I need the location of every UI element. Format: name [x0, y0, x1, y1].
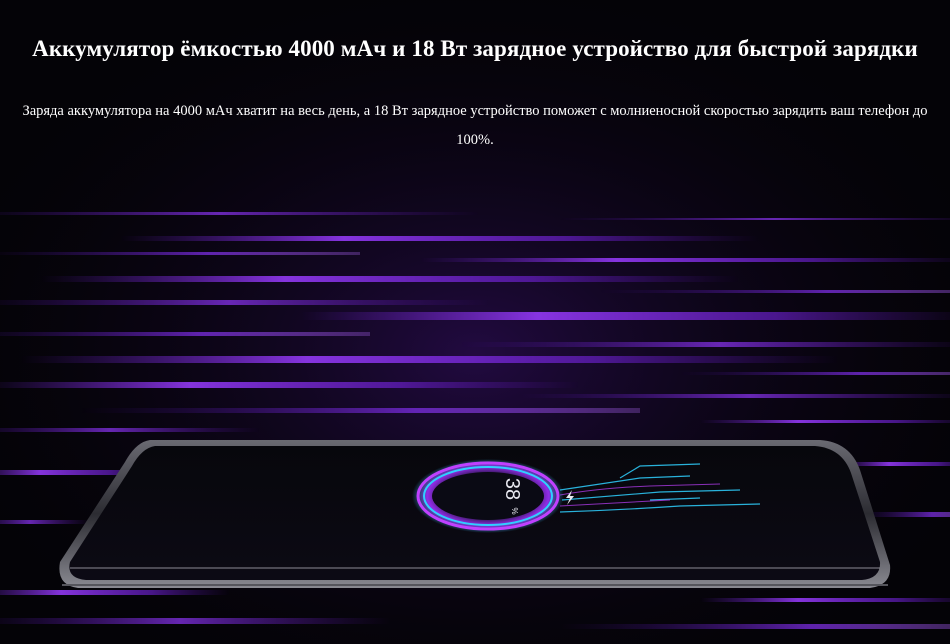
battery-promo-section: 38 % Аккумулятор ёмкостью 4000 мАч и 18 … [0, 0, 950, 644]
section-heading: Аккумулятор ёмкостью 4000 мАч и 18 Вт за… [32, 36, 918, 61]
phone [59, 440, 891, 588]
charging-ring [412, 459, 564, 533]
battery-percent: 38 [501, 478, 523, 500]
section-description: Заряда аккумулятора на 4000 мАч хватит н… [22, 103, 928, 148]
battery-unit: % [510, 507, 519, 514]
